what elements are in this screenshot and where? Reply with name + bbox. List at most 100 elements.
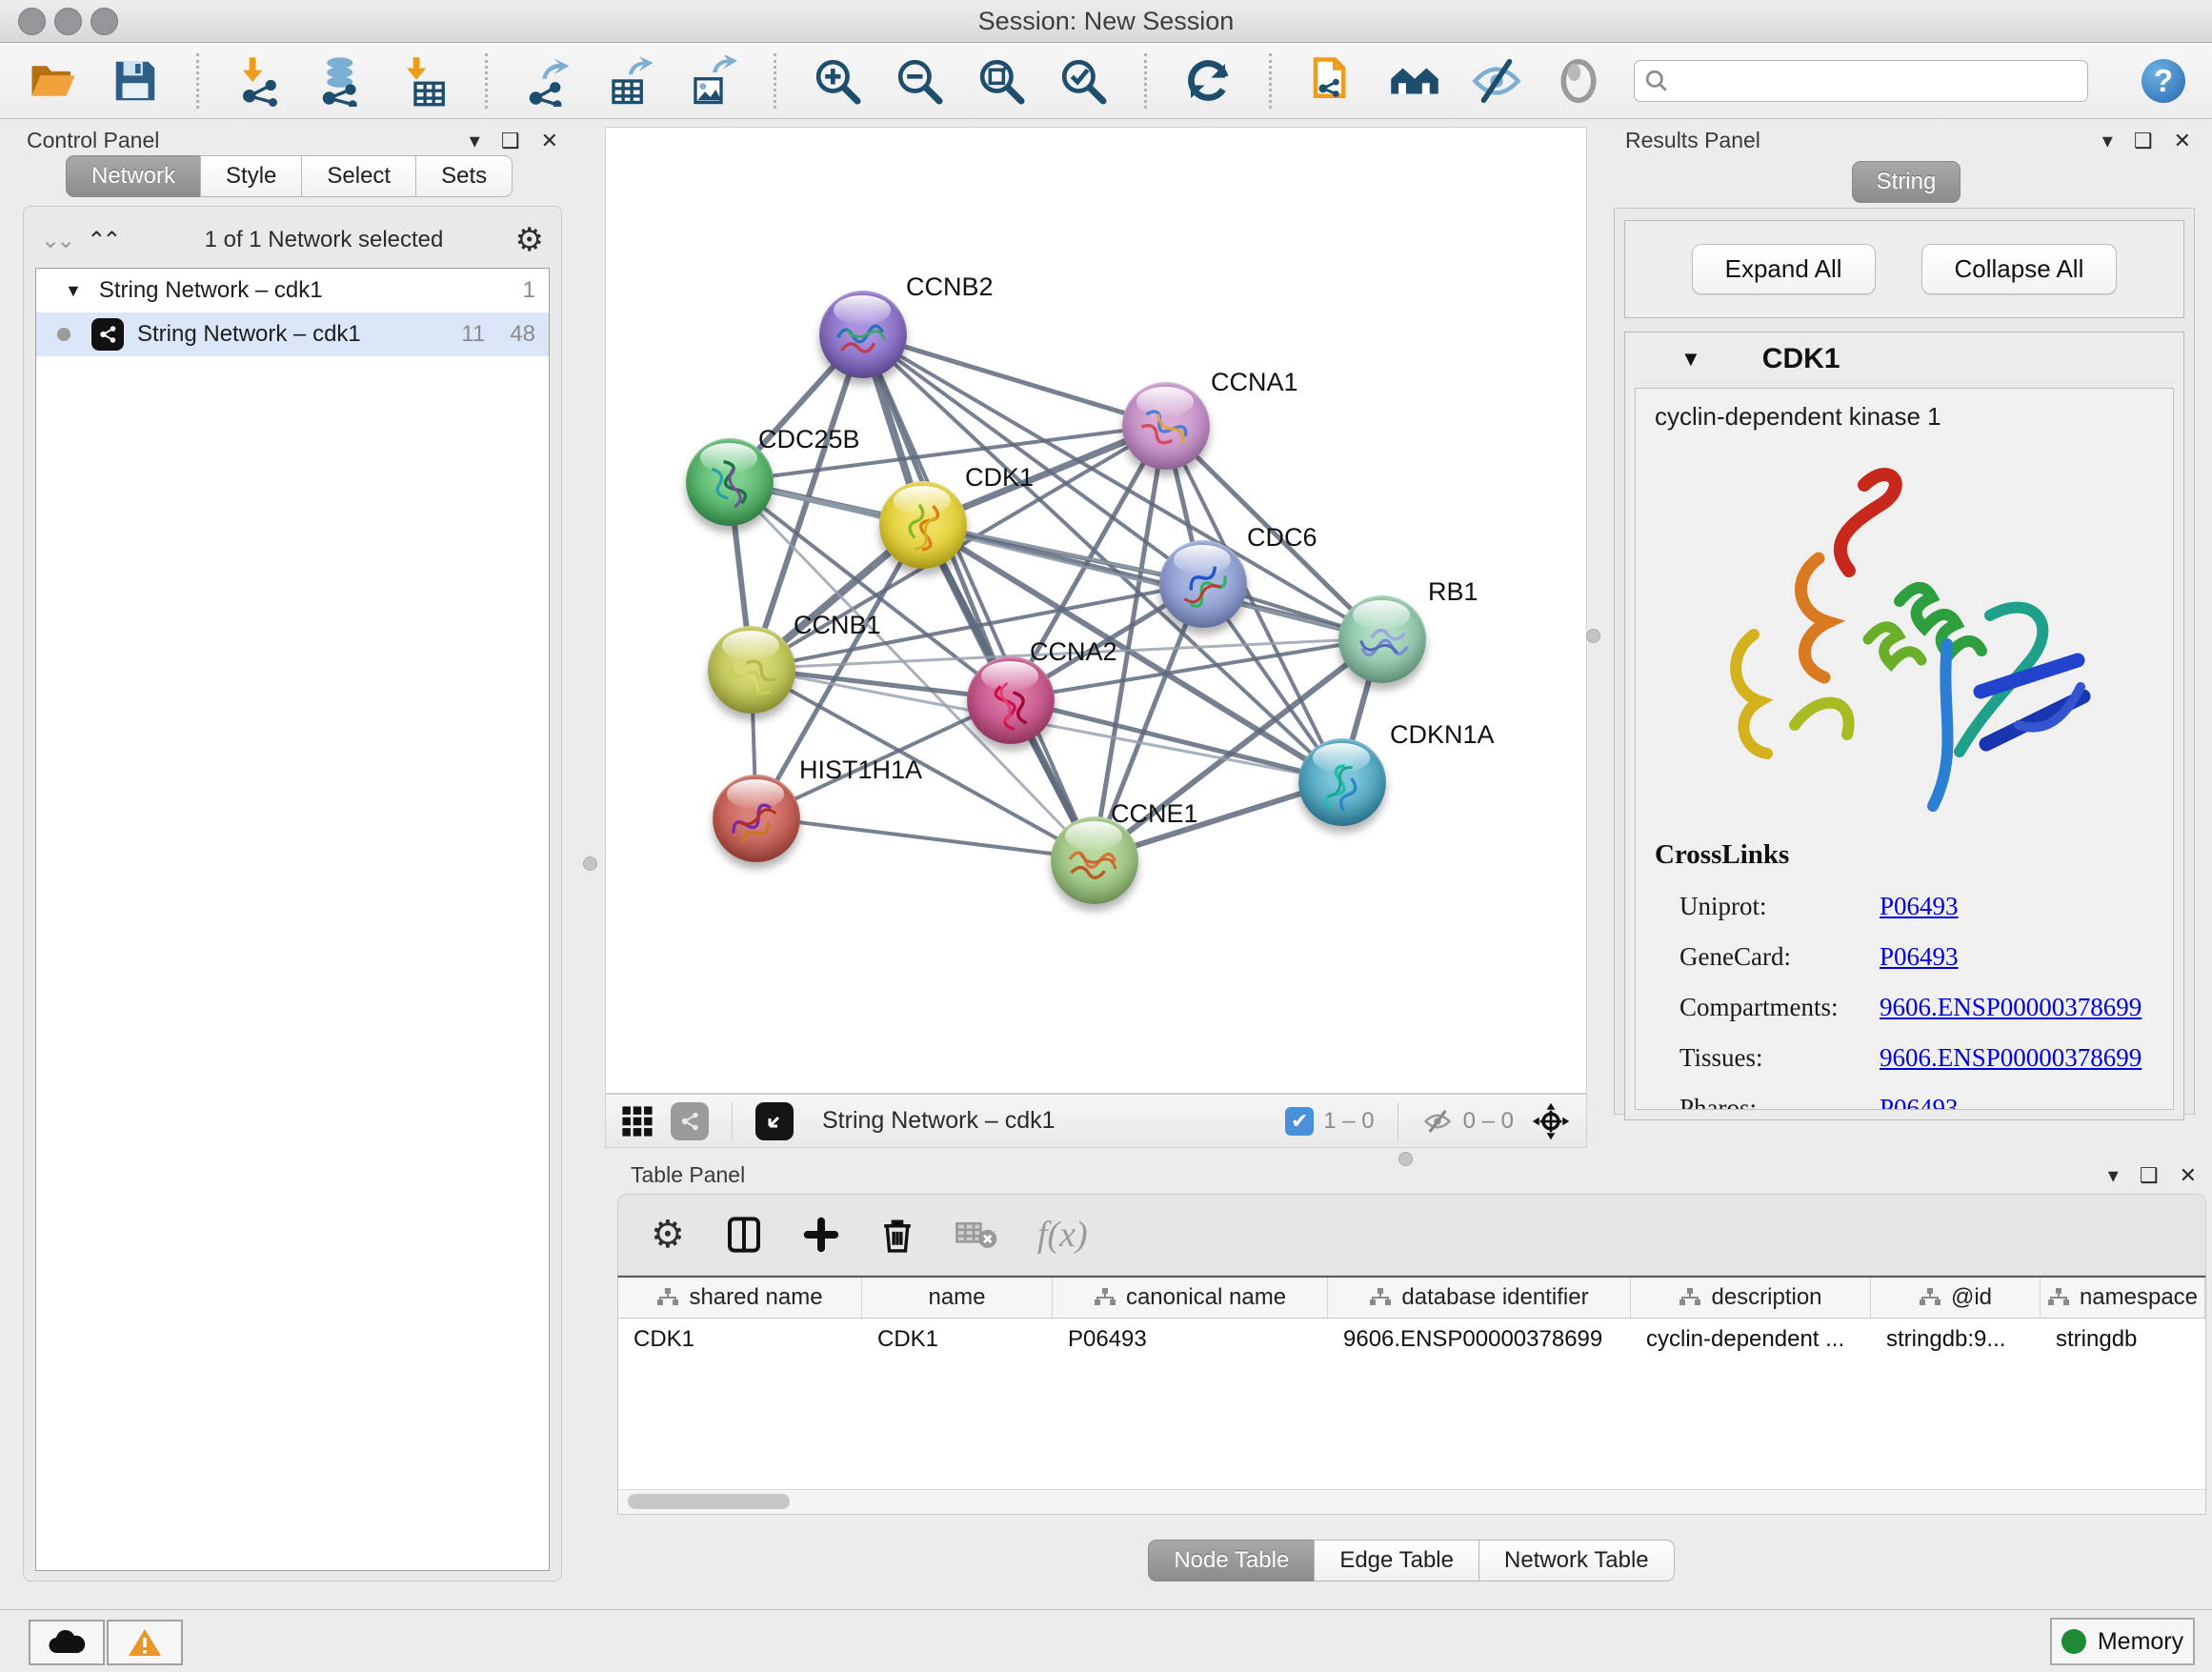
zoom-selected-icon[interactable] <box>1056 54 1110 108</box>
pan-crosshair-icon[interactable] <box>1531 1101 1571 1141</box>
network-node-CCNA1[interactable] <box>1122 382 1210 470</box>
crosslink-link[interactable]: P06493 <box>1880 892 1959 921</box>
selected-checkbox-icon[interactable]: ✔ <box>1285 1107 1314 1136</box>
table-cell[interactable]: cyclin-dependent ... <box>1631 1319 1871 1362</box>
network-node-CDK1[interactable] <box>879 481 967 569</box>
network-options-gear-icon[interactable]: ⚙ <box>515 224 544 256</box>
panel-close-icon[interactable]: ✕ <box>2180 1165 2197 1186</box>
column-header--id[interactable]: @id <box>1871 1278 2041 1318</box>
network-row[interactable]: String Network – cdk1 11 48 <box>36 312 549 356</box>
network-collection-row[interactable]: ▼ String Network – cdk1 1 <box>36 269 549 312</box>
scrollbar-thumb[interactable] <box>628 1494 790 1509</box>
network-node-CCNB1[interactable] <box>708 626 795 714</box>
zoom-in-icon[interactable] <box>811 54 864 108</box>
import-network-file-icon[interactable] <box>233 54 287 108</box>
tab-style[interactable]: Style <box>200 155 302 197</box>
collapse-triangle-icon[interactable]: ▼ <box>65 281 82 301</box>
table-cell[interactable]: P06493 <box>1053 1319 1328 1362</box>
detach-view-icon[interactable] <box>755 1102 794 1140</box>
column-header-canonical-name[interactable]: canonical name <box>1053 1278 1328 1318</box>
cloud-status-button[interactable] <box>29 1620 105 1665</box>
panel-maximize-icon[interactable]: ❑ <box>2140 1165 2159 1186</box>
table-cell[interactable]: 9606.ENSP00000378699 <box>1328 1319 1631 1362</box>
table-cell[interactable]: stringdb:9... <box>1871 1319 2041 1362</box>
tab-edge-table[interactable]: Edge Table <box>1314 1540 1479 1581</box>
tab-select[interactable]: Select <box>301 155 416 197</box>
right-splitter-handle[interactable] <box>1586 629 1600 643</box>
collection-count: 1 <box>523 277 535 304</box>
create-column-icon[interactable] <box>803 1217 839 1253</box>
left-splitter-handle[interactable] <box>583 856 597 871</box>
panel-close-icon[interactable]: ✕ <box>541 131 558 151</box>
network-node-CDC6[interactable] <box>1159 540 1247 628</box>
panel-maximize-icon[interactable]: ❑ <box>2134 131 2153 151</box>
column-header-shared-name[interactable]: shared name <box>618 1278 862 1318</box>
open-session-icon[interactable] <box>27 54 80 108</box>
column-header-database-identifier[interactable]: database identifier <box>1328 1278 1631 1318</box>
export-network-icon[interactable] <box>522 54 575 108</box>
table-options-gear-icon[interactable]: ⚙ <box>651 1216 685 1254</box>
collapse-triangle-icon[interactable]: ▼ <box>1680 347 1701 372</box>
network-node-CCNA2[interactable] <box>967 656 1055 744</box>
memory-label: Memory <box>2098 1628 2183 1656</box>
save-session-icon[interactable] <box>109 54 162 108</box>
tab-network[interactable]: Network <box>66 155 201 197</box>
panel-float-icon[interactable]: ▾ <box>2102 131 2113 151</box>
collapse-all-button[interactable]: Collapse All <box>1921 244 2118 294</box>
panel-close-icon[interactable]: ✕ <box>2174 131 2191 151</box>
network-canvas[interactable]: CCNB2CCNA1CDC25BCDK1CDC6RB1CCNB1CCNA2CDK… <box>605 127 1587 1094</box>
network-edge-HIST1H1A-CCNE1[interactable] <box>756 817 1094 859</box>
warning-status-button[interactable] <box>107 1620 183 1665</box>
export-image-icon[interactable] <box>686 54 739 108</box>
column-header-name[interactable]: name <box>862 1278 1053 1318</box>
table-cell[interactable]: CDK1 <box>862 1319 1053 1362</box>
tab-sets[interactable]: Sets <box>415 155 513 197</box>
network-node-CCNE1[interactable] <box>1051 816 1138 904</box>
function-builder-icon[interactable]: f(x) <box>1037 1214 1088 1256</box>
crosslink-link[interactable]: P06493 <box>1880 1094 1959 1110</box>
tab-string[interactable]: String <box>1852 161 1961 203</box>
network-annotations-icon[interactable] <box>1306 54 1359 108</box>
search-input[interactable] <box>1677 67 2078 95</box>
column-header-description[interactable]: description <box>1631 1278 1871 1318</box>
network-node-CDKN1A[interactable] <box>1298 738 1386 826</box>
panel-float-icon[interactable]: ▾ <box>470 131 480 151</box>
hide-selected-icon[interactable] <box>1470 54 1523 108</box>
delete-table-icon[interactable] <box>955 1219 997 1251</box>
network-node-RB1[interactable] <box>1338 595 1426 683</box>
toolbar-search-box[interactable] <box>1634 60 2088 102</box>
memory-button[interactable]: Memory <box>2050 1618 2195 1665</box>
panel-float-icon[interactable]: ▾ <box>2108 1165 2119 1186</box>
export-table-icon[interactable] <box>604 54 657 108</box>
network-node-CCNB2[interactable] <box>819 291 907 378</box>
horizontal-scrollbar[interactable] <box>618 1489 2205 1514</box>
expand-all-button[interactable]: Expand All <box>1692 244 1876 294</box>
first-neighbors-icon[interactable] <box>1388 54 1441 108</box>
zoom-fit-icon[interactable] <box>975 54 1028 108</box>
zoom-out-icon[interactable] <box>893 54 946 108</box>
expand-all-networks-icon[interactable]: ⌄⌄ <box>41 227 71 254</box>
collapse-all-networks-icon[interactable]: ⌃⌃ <box>87 227 117 254</box>
title-bar: Session: New Session <box>0 0 2212 43</box>
network-edge-CCNB2-CCNA1[interactable] <box>862 334 1164 426</box>
crosslink-link[interactable]: P06493 <box>1880 942 1959 972</box>
table-row[interactable]: CDK1CDK1P064939606.ENSP00000378699cyclin… <box>618 1319 2205 1362</box>
table-cell[interactable]: stringdb <box>2041 1319 2205 1362</box>
help-icon[interactable]: ? <box>2142 59 2185 103</box>
tab-network-table[interactable]: Network Table <box>1478 1540 1675 1581</box>
panel-maximize-icon[interactable]: ❑ <box>501 131 520 151</box>
crosslink-link[interactable]: 9606.ENSP00000378699 <box>1880 1043 2142 1073</box>
import-table-file-icon[interactable] <box>397 54 451 108</box>
import-network-database-icon[interactable] <box>315 54 369 108</box>
apply-layout-icon[interactable] <box>1181 54 1235 108</box>
crosslink-link[interactable]: 9606.ENSP00000378699 <box>1880 993 2142 1022</box>
tab-node-table[interactable]: Node Table <box>1148 1540 1315 1581</box>
show-columns-icon[interactable] <box>725 1216 763 1254</box>
delete-column-icon[interactable] <box>879 1216 915 1254</box>
column-header-namespace[interactable]: namespace <box>2041 1278 2205 1318</box>
string-view-icon[interactable] <box>671 1102 709 1140</box>
birdseye-grid-icon[interactable] <box>621 1105 654 1138</box>
network-node-HIST1H1A[interactable] <box>713 775 800 862</box>
show-all-icon[interactable] <box>1552 54 1605 108</box>
table-cell[interactable]: CDK1 <box>618 1319 862 1362</box>
